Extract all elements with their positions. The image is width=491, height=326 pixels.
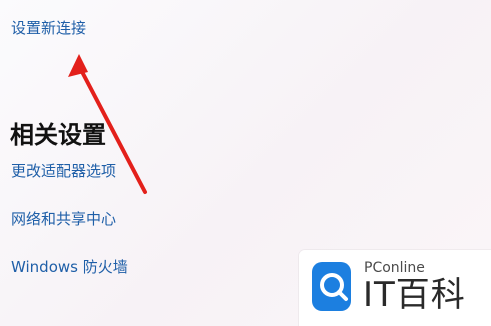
network-and-sharing-center-link[interactable]: 网络和共享中心 bbox=[11, 210, 116, 228]
pconline-watermark: PConline IT百科 bbox=[299, 250, 491, 326]
watermark-title-text: IT百科 bbox=[363, 275, 466, 315]
setup-new-connection-link[interactable]: 设置新连接 bbox=[11, 19, 86, 37]
windows-firewall-link[interactable]: Windows 防火墙 bbox=[11, 258, 128, 276]
change-adapter-options-link[interactable]: 更改适配器选项 bbox=[11, 162, 116, 180]
network-settings-panel: 设置新连接 相关设置 更改适配器选项 网络和共享中心 Windows 防火墙 P… bbox=[0, 0, 491, 326]
related-settings-title: 相关设置 bbox=[10, 121, 106, 149]
magnifier-logo-icon bbox=[312, 262, 351, 311]
